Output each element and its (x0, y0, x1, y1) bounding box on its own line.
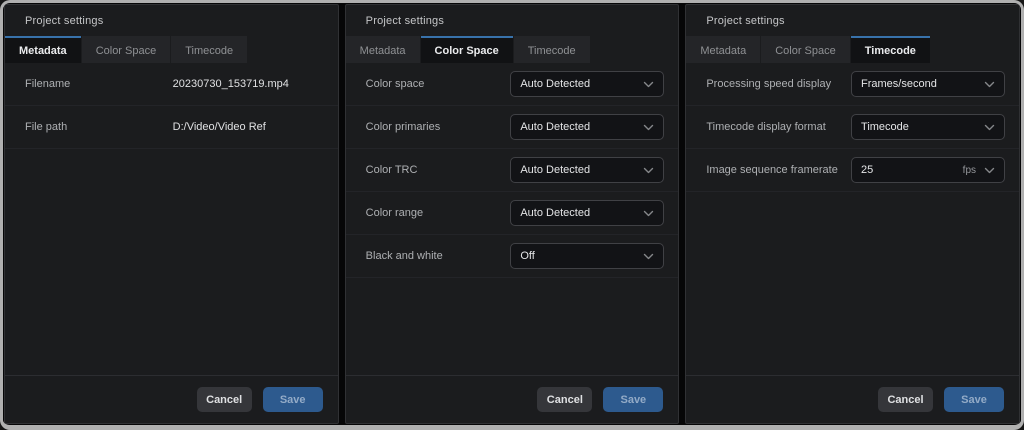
field-value-column: 25fps (851, 157, 1005, 183)
settings-row: Processing speed display Frames/second (686, 63, 1019, 106)
settings-row: Color primaries Auto Detected (346, 106, 679, 149)
tab-bar: MetadataColor SpaceTimecode (5, 36, 338, 63)
input-image-sequence-framerate[interactable]: 25fps (851, 157, 1005, 183)
tab-timecode[interactable]: Timecode (171, 36, 247, 63)
unit-label: fps (963, 165, 976, 176)
field-value-column: Frames/second (851, 71, 1005, 97)
settings-row: Color TRC Auto Detected (346, 149, 679, 192)
project-settings-windows: Project settingsMetadataColor SpaceTimec… (0, 0, 1024, 430)
tab-timecode[interactable]: Timecode (851, 36, 930, 63)
tab-content: Filename20230730_153719.mp4File pathD:/V… (5, 63, 338, 375)
field-value-column: Auto Detected (510, 157, 664, 183)
selected-value: Frames/second (861, 78, 984, 90)
dialog-title: Project settings (25, 15, 103, 27)
field-label: Color range (366, 207, 511, 219)
settings-row: Filename20230730_153719.mp4 (5, 63, 338, 106)
tab-color-space[interactable]: Color Space (421, 36, 513, 63)
settings-row: File pathD:/Video/Video Ref (5, 106, 338, 149)
settings-row: Black and white Off (346, 235, 679, 278)
dialog-title: Project settings (366, 15, 444, 27)
dropdown-timecode-display-format[interactable]: Timecode (851, 114, 1005, 140)
field-label: Timecode display format (706, 121, 851, 133)
tab-color-space[interactable]: Color Space (82, 36, 171, 63)
tab-metadata[interactable]: Metadata (686, 36, 760, 63)
dialog-footer: Cancel Save (5, 375, 338, 423)
dropdown-color-trc[interactable]: Auto Detected (510, 157, 664, 183)
tab-content: Processing speed display Frames/second Tim… (686, 63, 1019, 375)
save-button[interactable]: Save (263, 387, 323, 412)
field-value-column: Timecode (851, 114, 1005, 140)
tab-timecode[interactable]: Timecode (514, 36, 590, 63)
field-label: Color TRC (366, 164, 511, 176)
field-label: File path (25, 121, 170, 133)
tab-metadata[interactable]: Metadata (5, 36, 81, 63)
dialog-footer: Cancel Save (346, 375, 679, 423)
field-value-column: Auto Detected (510, 71, 664, 97)
screenshot-stage: Project settingsMetadataColor SpaceTimec… (0, 0, 1024, 430)
field-value: D:/Video/Video Ref (170, 121, 266, 133)
selected-value: 25 (861, 164, 963, 176)
chevron-down-icon (643, 210, 654, 217)
chevron-down-icon (643, 253, 654, 260)
dialog-footer: Cancel Save (686, 375, 1019, 423)
field-label: Filename (25, 78, 170, 90)
dropdown-color-primaries[interactable]: Auto Detected (510, 114, 664, 140)
chevron-down-icon (984, 81, 995, 88)
project-settings-dialog: Project settings MetadataColor SpaceTimec… (4, 4, 339, 424)
chevron-down-icon (643, 81, 654, 88)
chevron-down-icon (643, 167, 654, 174)
field-label: Black and white (366, 250, 511, 262)
field-value-column: Auto Detected (510, 200, 664, 226)
field-label: Image sequence framerate (706, 164, 851, 176)
settings-row: Color range Auto Detected (346, 192, 679, 235)
dropdown-color-space[interactable]: Auto Detected (510, 71, 664, 97)
field-value-column: Auto Detected (510, 114, 664, 140)
dialog-header: Project settings (346, 5, 679, 36)
project-settings-dialog: Project settingsMetadataColor SpaceTimec… (685, 4, 1020, 424)
chevron-down-icon (984, 124, 995, 131)
dropdown-processing-speed-display[interactable]: Frames/second (851, 71, 1005, 97)
save-button[interactable]: Save (944, 387, 1004, 412)
save-button[interactable]: Save (603, 387, 663, 412)
settings-row: Timecode display format Timecode (686, 106, 1019, 149)
dialog-header: Project settings (5, 5, 338, 36)
field-value-column: D:/Video/Video Ref (170, 121, 324, 133)
project-settings-dialog: Project settings MetadataColor SpaceTimec… (345, 4, 680, 424)
chevron-down-icon (643, 124, 654, 131)
dialog-title: Project settings (706, 15, 784, 27)
selected-value: Timecode (861, 121, 984, 133)
field-value-column: 20230730_153719.mp4 (170, 78, 324, 90)
field-label: Processing speed display (706, 78, 851, 90)
settings-row: Color space Auto Detected (346, 63, 679, 106)
field-label: Color primaries (366, 121, 511, 133)
selected-value: Auto Detected (520, 121, 643, 133)
field-value-column: Off (510, 243, 664, 269)
tab-bar: MetadataColor SpaceTimecode (346, 36, 679, 63)
field-value: 20230730_153719.mp4 (170, 78, 289, 90)
tab-metadata[interactable]: Metadata (346, 36, 420, 63)
cancel-button[interactable]: Cancel (878, 387, 933, 412)
field-label: Color space (366, 78, 511, 90)
selected-value: Off (520, 250, 643, 262)
cancel-button[interactable]: Cancel (537, 387, 592, 412)
settings-row: Image sequence framerate25fps (686, 149, 1019, 192)
cancel-button[interactable]: Cancel (197, 387, 252, 412)
selected-value: Auto Detected (520, 207, 643, 219)
tab-content: Color space Auto Detected Color primaries A… (346, 63, 679, 375)
dropdown-color-range[interactable]: Auto Detected (510, 200, 664, 226)
dialog-header: Project settings (686, 5, 1019, 36)
selected-value: Auto Detected (520, 78, 643, 90)
selected-value: Auto Detected (520, 164, 643, 176)
tab-bar: MetadataColor SpaceTimecode (686, 36, 1019, 63)
chevron-down-icon (984, 167, 995, 174)
dropdown-black-and-white[interactable]: Off (510, 243, 664, 269)
tab-color-space[interactable]: Color Space (761, 36, 850, 63)
